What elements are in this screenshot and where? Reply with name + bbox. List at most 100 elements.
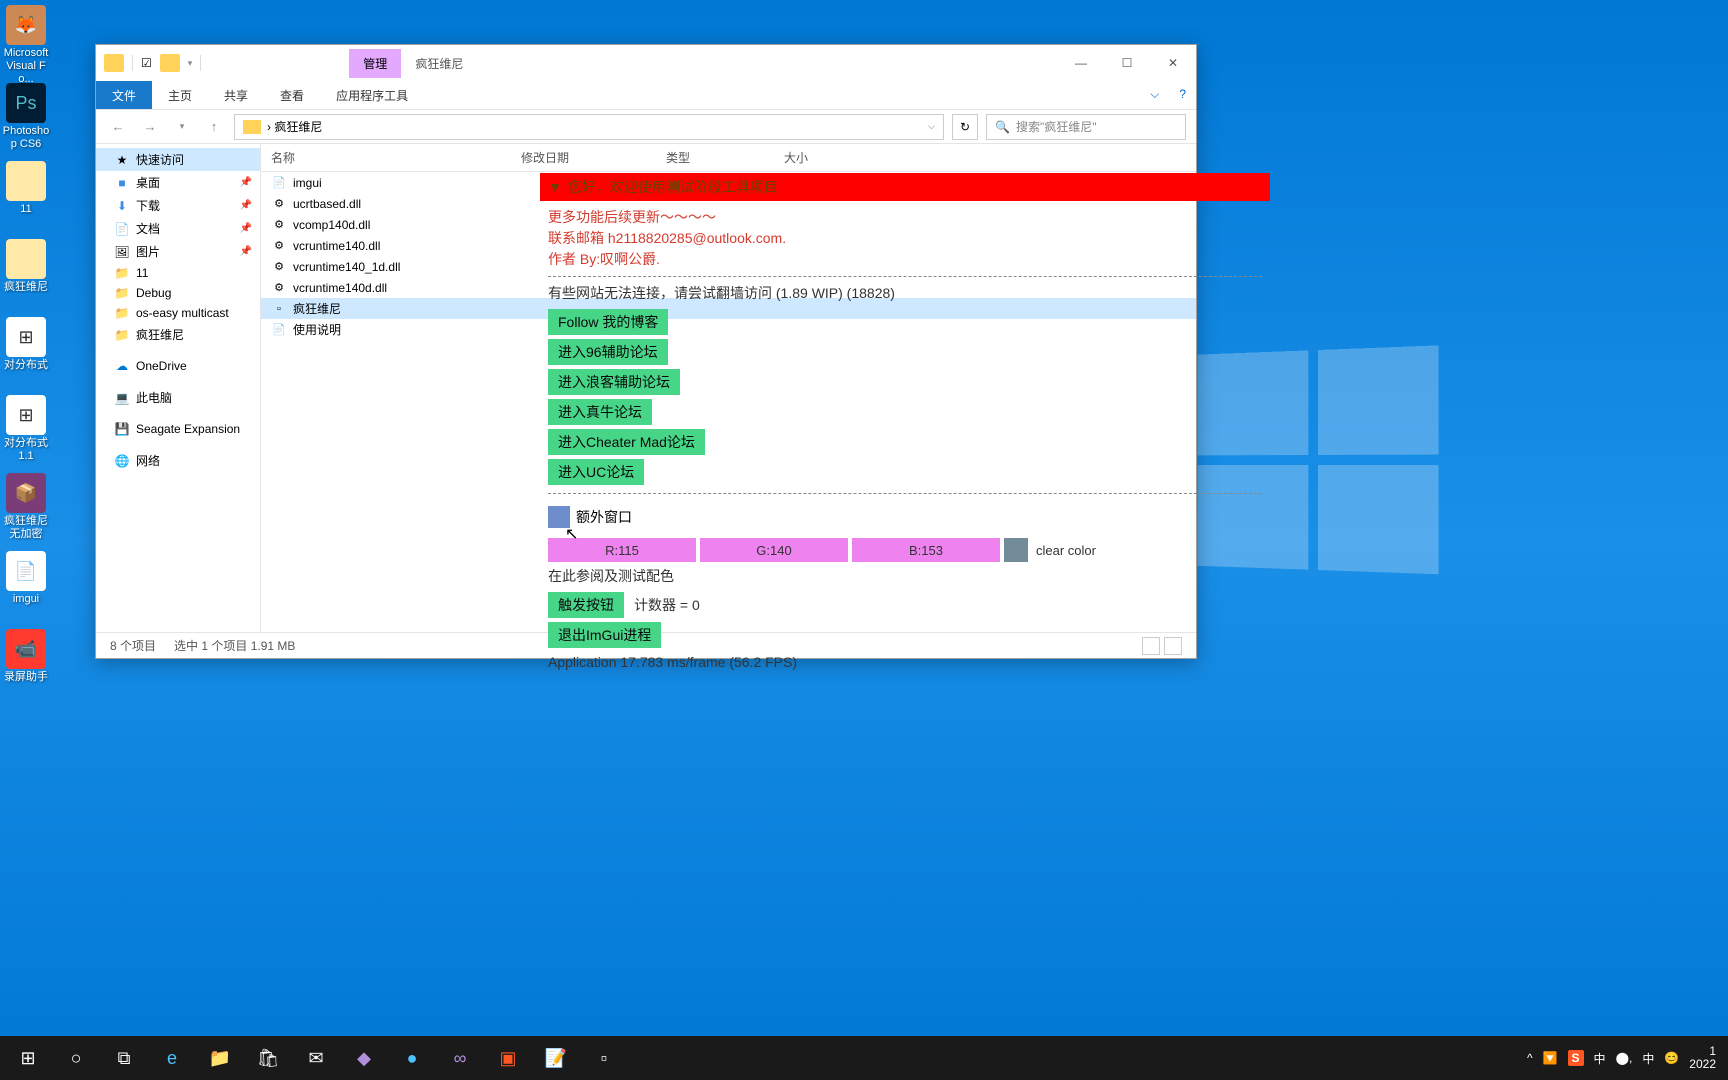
help-icon[interactable]: ? [1169, 81, 1196, 109]
sidebar-quick-access[interactable]: ★快速访问 [96, 148, 260, 171]
nav-back-button[interactable]: ← [106, 115, 130, 139]
desktop-icon[interactable]: 📹录屏助手 [0, 629, 52, 699]
color-edit[interactable]: R:115 G:140 B:153 clear color [548, 538, 1262, 562]
taskbar-explorer[interactable]: 📁 [196, 1036, 244, 1080]
start-button[interactable]: ⊞ [4, 1036, 52, 1080]
trigger-button[interactable]: 触发按钮 [548, 592, 624, 618]
imgui-titlebar[interactable]: ▼ 您好，欢迎使用测试阶段工具项目 [540, 173, 1270, 201]
taskbar-mail[interactable]: ✉ [292, 1036, 340, 1080]
download-icon: ⬇ [114, 199, 130, 213]
uc-button[interactable]: 进入UC论坛 [548, 459, 644, 485]
sidebar-item[interactable]: 📁os-easy multicast [96, 303, 260, 323]
ribbon-tab-apptools[interactable]: 应用程序工具 [320, 81, 424, 109]
explorer-titlebar[interactable]: ☑ ▾ 管理 疯狂维尼 — ☐ ✕ [96, 45, 1196, 81]
palette-hint: 在此参阅及测试配色 [548, 566, 1262, 586]
desktop-icon[interactable]: PsPhotoshop CS6 [0, 83, 52, 153]
sidebar-item-downloads[interactable]: ⬇下载📌 [96, 194, 260, 217]
checkbox-box[interactable] [548, 506, 570, 528]
maximize-button[interactable]: ☐ [1104, 45, 1150, 81]
ribbon-tab-home[interactable]: 主页 [152, 81, 208, 109]
tray-icon[interactable]: 🔽 [1543, 1051, 1558, 1065]
follow-blog-button[interactable]: Follow 我的博客 [548, 309, 668, 335]
desktop-icon[interactable]: 📄imgui [0, 551, 52, 621]
header-type[interactable]: 类型 [656, 149, 774, 166]
color-g-field[interactable]: G:140 [700, 538, 848, 562]
sogou-ime-icon[interactable]: S [1568, 1050, 1584, 1066]
clock-time[interactable]: 1 [1709, 1044, 1716, 1058]
collapse-triangle-icon[interactable]: ▼ [548, 179, 562, 195]
explorer-nav: ← → ▾ ↑ › 疯狂维尼 ⌵ ↻ 🔍 搜索"疯狂维尼" [96, 110, 1196, 144]
tray-chevron-icon[interactable]: ^ [1527, 1051, 1533, 1065]
header-date[interactable]: 修改日期 [511, 149, 656, 166]
taskbar-app[interactable]: ▫ [580, 1036, 628, 1080]
breadcrumb[interactable]: › 疯狂维尼 ⌵ [234, 114, 944, 140]
ribbon-tab-share[interactable]: 共享 [208, 81, 264, 109]
taskbar-vs[interactable]: ∞ [436, 1036, 484, 1080]
color-swatch[interactable] [1004, 538, 1028, 562]
zhenniu-button[interactable]: 进入真牛论坛 [548, 399, 652, 425]
ribbon-tabs: 文件 主页 共享 查看 应用程序工具 ⌵ ? [96, 81, 1196, 110]
taskbar-store[interactable]: 🛍 [244, 1036, 292, 1080]
clock-date[interactable]: 2022 [1689, 1057, 1716, 1071]
dll-icon: ⚙ [271, 217, 287, 233]
minimize-button[interactable]: — [1058, 45, 1104, 81]
contextual-tab-manage[interactable]: 管理 [349, 49, 401, 78]
system-tray[interactable]: ^ 🔽 S 中 ⬤, 中 😊 1 2022 [1527, 1045, 1724, 1071]
desktop-icon[interactable]: 📦疯狂维尼 无加密 [0, 473, 52, 543]
header-size[interactable]: 大小 [774, 149, 864, 166]
taskbar-app[interactable]: ● [388, 1036, 436, 1080]
search-placeholder: 搜索"疯狂维尼" [1016, 118, 1097, 135]
cheatermad-button[interactable]: 进入Cheater Mad论坛 [548, 429, 705, 455]
header-name[interactable]: 名称 [261, 149, 511, 166]
ribbon-tab-file[interactable]: 文件 [96, 81, 152, 109]
ime-indicator[interactable]: 中 [1594, 1050, 1606, 1067]
tray-icon[interactable]: 😊 [1664, 1051, 1679, 1065]
star-icon: ★ [114, 153, 130, 167]
sidebar-item-documents[interactable]: 📄文档📌 [96, 217, 260, 240]
search-input[interactable]: 🔍 搜索"疯狂维尼" [986, 114, 1186, 140]
tray-icon[interactable]: ⬤, [1616, 1051, 1633, 1065]
sidebar-item-pictures[interactable]: 🖼图片📌 [96, 240, 260, 263]
window-title: 疯狂维尼 [401, 49, 477, 78]
folder-icon: 📁 [114, 286, 130, 300]
ime-indicator[interactable]: 中 [1642, 1050, 1654, 1067]
extra-window-checkbox[interactable]: 额外窗口 [548, 506, 632, 528]
sidebar-this-pc[interactable]: 💻此电脑 [96, 386, 260, 409]
info-text: 更多功能后续更新～～～～ [548, 207, 1262, 228]
sidebar-seagate[interactable]: 💾Seagate Expansion [96, 419, 260, 439]
ribbon-tab-view[interactable]: 查看 [264, 81, 320, 109]
nav-forward-button[interactable]: → [138, 115, 162, 139]
chevron-down-icon[interactable]: ⌵ [928, 121, 935, 132]
sidebar-item-desktop[interactable]: ■桌面📌 [96, 171, 260, 194]
sidebar-item[interactable]: 📁11 [96, 263, 260, 283]
task-view-button[interactable]: ⧉ [100, 1036, 148, 1080]
qat-checkbox-icon[interactable]: ☑ [141, 56, 152, 70]
taskbar-app[interactable]: ▣ [484, 1036, 532, 1080]
nav-up-button[interactable]: ↑ [202, 115, 226, 139]
desktop-icon[interactable]: 🦊Microsoft Visual Fo... [0, 5, 52, 75]
color-r-field[interactable]: R:115 [548, 538, 696, 562]
sidebar-item[interactable]: 📁Debug [96, 283, 260, 303]
exit-imgui-button[interactable]: 退出ImGui进程 [548, 622, 661, 648]
search-button[interactable]: ○ [52, 1036, 100, 1080]
langke-button[interactable]: 进入浪客辅助论坛 [548, 369, 680, 395]
sidebar-onedrive[interactable]: ☁OneDrive [96, 356, 260, 376]
desktop-icon[interactable]: 疯狂维尼 [0, 239, 52, 309]
desktop-icon[interactable]: 11 [0, 161, 52, 231]
column-headers[interactable]: 名称 修改日期 类型 大小 [261, 144, 1196, 172]
taskbar-edge[interactable]: e [148, 1036, 196, 1080]
desktop-icons: 🦊Microsoft Visual Fo... PsPhotoshop CS6 … [0, 0, 60, 707]
desktop-icon[interactable]: ⊞对分布式 [0, 317, 52, 387]
sidebar-network[interactable]: 🌐网络 [96, 449, 260, 472]
sidebar-item[interactable]: 📁疯狂维尼 [96, 323, 260, 346]
ribbon-collapse-icon[interactable]: ⌵ [1140, 81, 1169, 109]
desktop-icon[interactable]: ⊞对分布式 1.1 [0, 395, 52, 465]
refresh-button[interactable]: ↻ [952, 114, 978, 140]
taskbar-app[interactable]: ◆ [340, 1036, 388, 1080]
taskbar-app[interactable]: 📝 [532, 1036, 580, 1080]
nav-recent-button[interactable]: ▾ [170, 115, 194, 139]
color-b-field[interactable]: B:153 [852, 538, 1000, 562]
close-button[interactable]: ✕ [1150, 45, 1196, 81]
imgui-window[interactable]: ▼ 您好，欢迎使用测试阶段工具项目 更多功能后续更新～～～～ 联系邮箱 h211… [540, 173, 1270, 682]
bbs96-button[interactable]: 进入96辅助论坛 [548, 339, 668, 365]
